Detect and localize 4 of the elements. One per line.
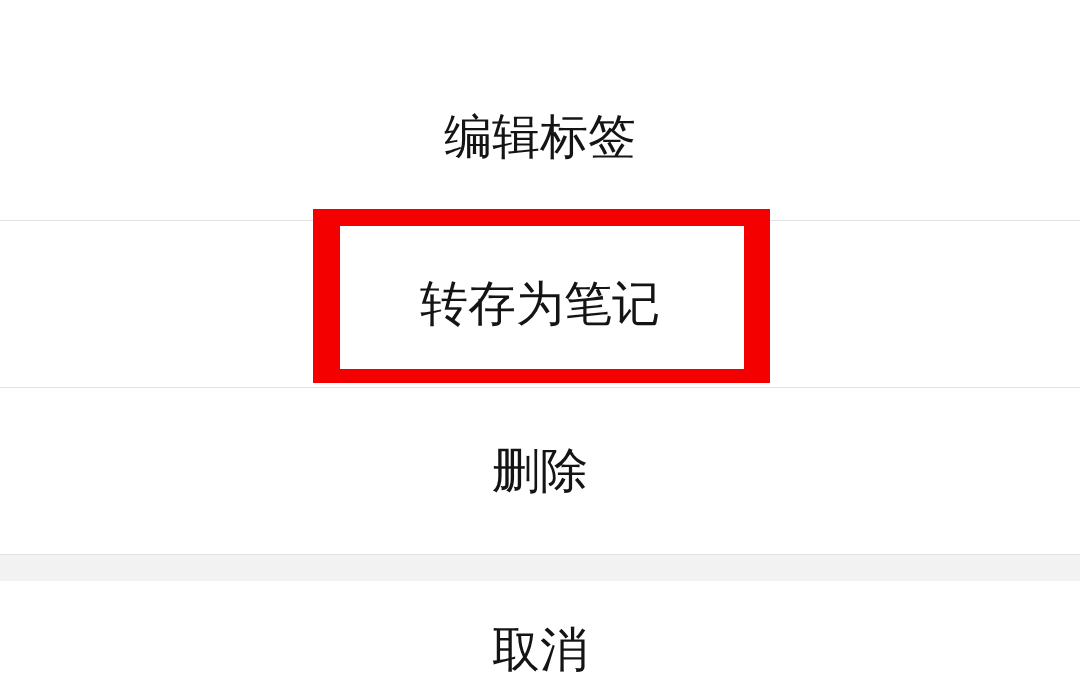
cancel-button[interactable]: 取消 xyxy=(492,621,588,679)
menu-item[interactable]: 编辑标签 xyxy=(444,108,636,166)
menu-item[interactable]: 删除 xyxy=(492,442,588,500)
menu-item[interactable]: 转存为笔记 xyxy=(420,275,660,333)
